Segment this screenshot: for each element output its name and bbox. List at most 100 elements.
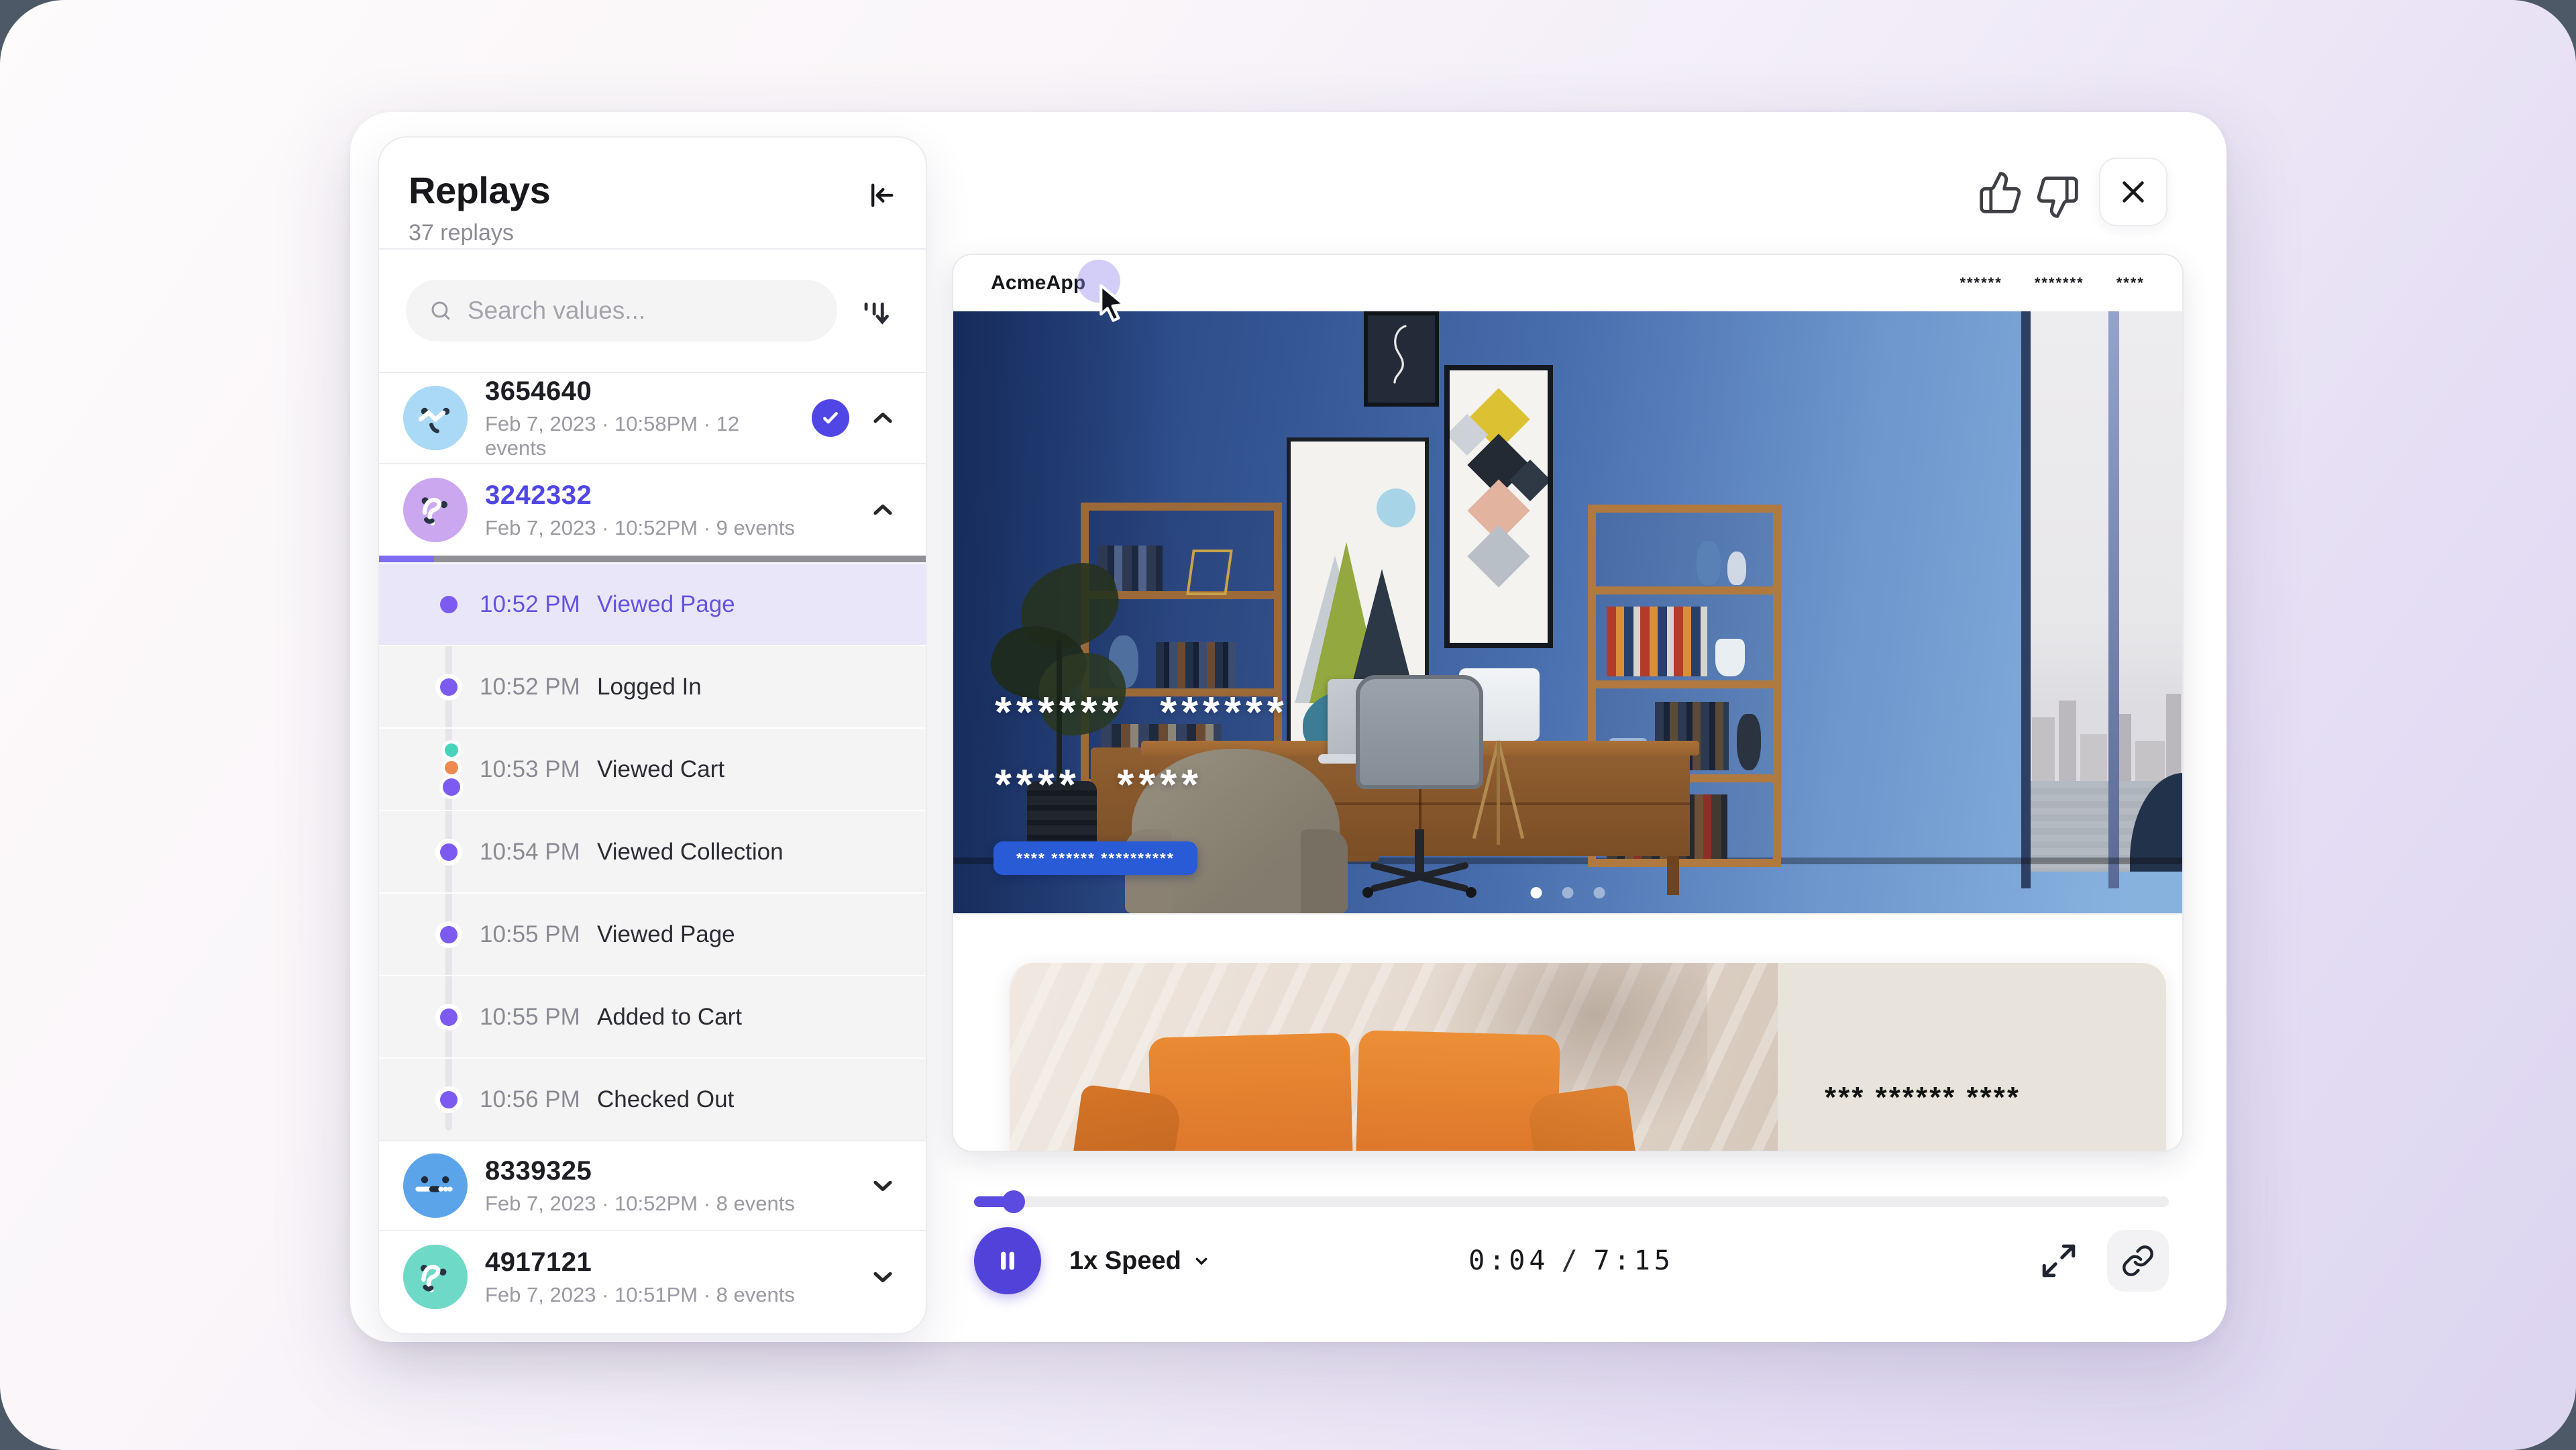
chevron-down-icon xyxy=(868,1262,898,1292)
avatar-face xyxy=(403,478,468,542)
poster-diamonds xyxy=(1444,365,1553,648)
event-row-viewed-page-1[interactable]: 10:52 PM Viewed Page xyxy=(379,562,926,645)
event-name: Viewed Collection xyxy=(597,839,784,866)
screen: { "sidebar": { "title": "Replays", "coun… xyxy=(0,0,2576,1450)
session-row-3654640[interactable]: 3654640 Feb 7, 2023 · 10:58PM · 12 event… xyxy=(379,373,926,464)
session-meta: Feb 7, 2023 · 10:52PM · 9 events xyxy=(485,516,849,540)
session-id-active: 3242332 xyxy=(485,480,849,511)
session-info: 3242332 Feb 7, 2023 · 10:52PM · 9 events xyxy=(485,480,849,540)
search-input[interactable] xyxy=(466,296,814,325)
fullscreen-button[interactable] xyxy=(2037,1239,2080,1282)
player-right-controls xyxy=(2037,1226,2169,1296)
avatar xyxy=(403,478,468,542)
books xyxy=(1607,607,1707,676)
product-card[interactable]: *** ****** **** xyxy=(1010,963,2166,1151)
expand-session-button[interactable] xyxy=(867,1261,899,1293)
close-button[interactable] xyxy=(2099,158,2167,226)
product-card-text-panel: *** ****** **** xyxy=(1778,963,2166,1151)
event-row-viewed-page-2[interactable]: 10:55 PM Viewed Page xyxy=(379,892,926,975)
collapse-session-button[interactable] xyxy=(867,494,899,526)
event-time: 10:54 PM xyxy=(480,839,580,866)
thumbs-up-button[interactable] xyxy=(1977,169,2024,216)
collapse-sidebar-button[interactable] xyxy=(861,176,899,214)
window-mullion xyxy=(2021,311,2031,888)
event-row-viewed-collection[interactable]: 10:54 PM Viewed Collection xyxy=(379,810,926,892)
session-progress-track xyxy=(434,556,926,562)
replayed-site-logo: AcmeApp xyxy=(991,272,1085,295)
product-masked-text: *** ****** **** xyxy=(1825,1081,2021,1115)
progress-handle[interactable] xyxy=(1002,1190,1025,1213)
session-progress-bar[interactable] xyxy=(379,556,926,562)
hero-cta-label: **** ****** ********** xyxy=(1016,849,1175,868)
event-dot xyxy=(440,596,458,613)
check-icon xyxy=(820,407,841,429)
player-controls: 1x Speed 0:04 / 7:15 xyxy=(974,1226,2169,1300)
replayed-appbar: AcmeApp ****** ******* **** xyxy=(953,255,2182,311)
books xyxy=(1156,642,1236,688)
session-row-4917121[interactable]: 4917121 Feb 7, 2023 · 10:51PM · 8 events xyxy=(379,1231,926,1323)
office-chair xyxy=(1350,675,1491,910)
page-background: Replays 37 replays xyxy=(0,0,2576,1450)
nav-masked-link[interactable]: **** xyxy=(2116,274,2145,292)
event-row-checked-out[interactable]: 10:56 PM Checked Out xyxy=(379,1057,926,1140)
event-dot xyxy=(440,1091,458,1108)
playback-progress-bar[interactable] xyxy=(974,1196,2169,1207)
watched-badge xyxy=(812,399,849,437)
carousel-dot[interactable] xyxy=(1594,887,1605,898)
copy-link-button[interactable] xyxy=(2107,1230,2169,1292)
carousel-dot-active[interactable] xyxy=(1531,887,1542,898)
chevron-up-icon xyxy=(868,403,898,433)
session-info: 3654640 Feb 7, 2023 · 10:58PM · 12 event… xyxy=(485,376,794,460)
carousel-dots[interactable] xyxy=(1531,887,1605,898)
event-name: Viewed Page xyxy=(597,591,735,618)
search-row xyxy=(379,250,926,373)
carousel-dot[interactable] xyxy=(1562,887,1574,898)
city-skyline xyxy=(2028,687,2182,781)
time-total: 7:15 xyxy=(1594,1245,1674,1276)
sidebar-header: Replays 37 replays xyxy=(379,138,926,250)
search-input-container[interactable] xyxy=(406,280,837,342)
session-row-3242332[interactable]: 3242332 Feb 7, 2023 · 10:52PM · 9 events xyxy=(379,464,926,556)
event-dot xyxy=(440,678,458,696)
hero-cta-button[interactable]: **** ****** ********** xyxy=(994,841,1197,875)
sofa-photo xyxy=(1010,963,1778,1151)
avatar xyxy=(403,1245,468,1309)
event-name: Checked Out xyxy=(597,1086,734,1113)
event-row-added-to-cart[interactable]: 10:55 PM Added to Cart xyxy=(379,975,926,1057)
event-dot-orange xyxy=(445,761,458,774)
avatar-face xyxy=(403,386,468,450)
avatar-face xyxy=(403,1153,468,1218)
session-id: 8339325 xyxy=(485,1156,849,1186)
thumbs-down-button[interactable] xyxy=(2034,174,2081,221)
avatar-face xyxy=(403,1245,468,1309)
time-separator: / xyxy=(1561,1245,1581,1276)
link-icon xyxy=(2121,1244,2155,1278)
nav-masked-link[interactable]: ******* xyxy=(2035,274,2084,292)
sort-descending-icon xyxy=(858,291,897,330)
hero-masked-title-line2: **** **** xyxy=(995,760,1203,809)
event-dot xyxy=(440,1008,458,1026)
frame-portrait xyxy=(1364,311,1439,407)
chevron-up-icon xyxy=(868,495,898,525)
expand-session-button[interactable] xyxy=(867,1170,899,1202)
expand-icon xyxy=(2039,1241,2078,1280)
sort-button[interactable] xyxy=(856,289,899,332)
thumbs-down-icon xyxy=(2035,174,2080,220)
event-row-logged-in[interactable]: 10:52 PM Logged In xyxy=(379,645,926,727)
session-info: 8339325 Feb 7, 2023 · 10:52PM · 8 events xyxy=(485,1156,849,1216)
collapse-session-button[interactable] xyxy=(867,402,899,434)
event-row-viewed-cart[interactable]: 10:53 PM Viewed Cart xyxy=(379,727,926,810)
collapse-left-icon xyxy=(863,178,898,213)
avatar xyxy=(403,386,468,450)
replays-sidebar: Replays 37 replays xyxy=(378,136,927,1335)
session-row-8339325[interactable]: 8339325 Feb 7, 2023 · 10:52PM · 8 events xyxy=(379,1140,926,1231)
sofa-back-cushion xyxy=(1148,1033,1354,1151)
search-icon xyxy=(429,297,453,324)
vase xyxy=(1697,541,1721,585)
replay-count: 37 replays xyxy=(409,220,896,246)
session-info: 4917121 Feb 7, 2023 · 10:51PM · 8 events xyxy=(485,1247,849,1307)
time-current: 0:04 xyxy=(1468,1245,1549,1276)
nav-masked-link[interactable]: ****** xyxy=(1960,274,2002,292)
time-display: 0:04 / 7:15 xyxy=(974,1226,2169,1296)
vase xyxy=(1727,552,1746,585)
